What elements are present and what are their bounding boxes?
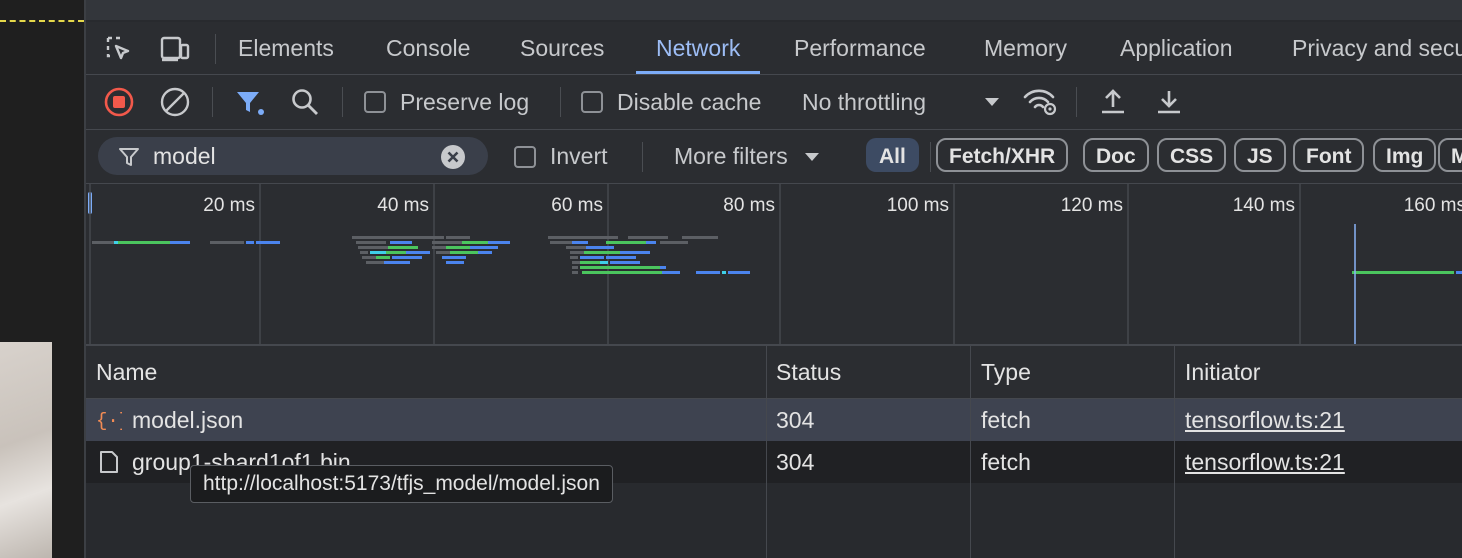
overview-tick-20ms: 20 ms <box>203 195 255 216</box>
table-row[interactable]: {·} model.json 304 fetch tensorflow.ts:2… <box>86 399 1462 441</box>
more-filters-dropdown[interactable]: More filters <box>674 130 820 183</box>
overview-tick-80ms: 80 ms <box>723 195 775 216</box>
preserve-log-toggle[interactable]: Preserve log <box>364 75 529 129</box>
filter-funnel-icon[interactable] <box>234 75 266 129</box>
type-filter-img[interactable]: Img <box>1373 138 1437 172</box>
request-table-header: Name Status Type Initiator <box>86 346 1462 399</box>
network-overview: 20 ms 40 ms 60 ms 80 ms 100 ms 120 ms 14… <box>86 184 1462 346</box>
type-filter-fetch-xhr[interactable]: Fetch/XHR <box>936 138 1069 172</box>
chevron-down-icon <box>804 152 819 161</box>
search-icon[interactable] <box>290 75 320 129</box>
svg-text:{·}: {·} <box>96 410 122 432</box>
record-stop-icon[interactable] <box>104 75 134 129</box>
disable-cache-toggle[interactable]: Disable cache <box>581 75 761 129</box>
filter-input[interactable]: model <box>98 137 488 175</box>
type-filter-all[interactable]: All <box>866 138 919 172</box>
request-status: 304 <box>776 407 815 433</box>
overview-timeline-graph: 20 ms 40 ms 60 ms 80 ms 100 ms 120 ms 14… <box>88 184 1462 344</box>
invert-label: Invert <box>550 143 608 169</box>
tab-application[interactable]: Application <box>1120 22 1233 74</box>
request-type: fetch <box>981 407 1031 433</box>
disable-cache-label: Disable cache <box>617 88 762 115</box>
tab-network[interactable]: Network <box>635 22 761 74</box>
clear-icon[interactable] <box>160 75 190 129</box>
clear-filter-icon[interactable] <box>440 144 466 170</box>
request-status: 304 <box>776 449 815 475</box>
import-har-upload-icon[interactable] <box>1098 75 1128 129</box>
page-image <box>0 342 52 558</box>
request-initiator-link[interactable]: tensorflow.ts:21 <box>1175 399 1462 441</box>
tab-elements[interactable]: Elements <box>238 22 334 74</box>
json-braces-icon: {·} <box>96 410 122 432</box>
filter-icon <box>119 148 139 166</box>
column-header-status[interactable]: Status <box>766 346 970 398</box>
request-type: fetch <box>981 449 1031 475</box>
type-filter-media[interactable]: Media <box>1438 138 1462 172</box>
overview-tick-160ms: 160 ms <box>1404 195 1462 216</box>
type-filter-doc[interactable]: Doc <box>1083 138 1149 172</box>
throttling-select[interactable]: No throttling <box>802 75 1002 129</box>
type-filter-css[interactable]: CSS <box>1157 138 1227 172</box>
overview-tick-60ms: 60 ms <box>551 195 603 216</box>
request-initiator-link[interactable]: tensorflow.ts:21 <box>1175 441 1462 483</box>
overview-tick-40ms: 40 ms <box>377 195 429 216</box>
request-name[interactable]: model.json <box>132 399 243 441</box>
overview-tick-100ms: 100 ms <box>887 195 949 216</box>
tab-sources[interactable]: Sources <box>520 22 604 74</box>
column-header-type[interactable]: Type <box>971 346 1174 398</box>
filter-bar: model Invert More filters All Fetch/XHR … <box>86 130 1462 184</box>
more-filters-label: More filters <box>674 143 788 169</box>
document-icon <box>100 451 118 473</box>
url-tooltip: http://localhost:5173/tfjs_model/model.j… <box>190 465 613 503</box>
inspect-element-icon[interactable] <box>102 32 136 66</box>
preserve-log-checkbox[interactable] <box>364 91 386 113</box>
throttling-value: No throttling <box>802 88 927 115</box>
tab-performance[interactable]: Performance <box>794 22 926 74</box>
disable-cache-checkbox[interactable] <box>581 91 603 113</box>
inspected-page-strip <box>0 0 84 558</box>
type-filter-js[interactable]: JS <box>1234 138 1286 172</box>
network-conditions-icon[interactable] <box>1022 75 1058 129</box>
overview-tick-140ms: 140 ms <box>1233 195 1295 216</box>
request-table: Name Status Type Initiator {·} model.jso… <box>86 346 1462 558</box>
device-toolbar-icon[interactable] <box>158 32 192 66</box>
invert-checkbox[interactable] <box>514 145 536 168</box>
type-filter-font[interactable]: Font <box>1293 138 1365 172</box>
column-header-name[interactable]: Name <box>86 346 766 398</box>
tab-memory[interactable]: Memory <box>984 22 1067 74</box>
column-header-initiator[interactable]: Initiator <box>1175 346 1462 398</box>
devtools-tab-bar: Elements Console Sources Network Perform… <box>86 22 1462 75</box>
preserve-log-label: Preserve log <box>400 88 530 115</box>
tab-privacy-and-security[interactable]: Privacy and security <box>1292 22 1462 74</box>
chevron-down-icon <box>985 98 999 106</box>
export-har-download-icon[interactable] <box>1154 75 1184 129</box>
page-highlight-border <box>0 20 84 22</box>
network-toolbar: Preserve log Disable cache No throttling <box>86 75 1462 130</box>
overview-request-bars <box>92 224 1462 344</box>
tab-console[interactable]: Console <box>386 22 470 74</box>
filter-input-value: model <box>153 143 216 169</box>
overview-tick-120ms: 120 ms <box>1061 195 1123 216</box>
invert-toggle[interactable]: Invert <box>514 130 608 183</box>
